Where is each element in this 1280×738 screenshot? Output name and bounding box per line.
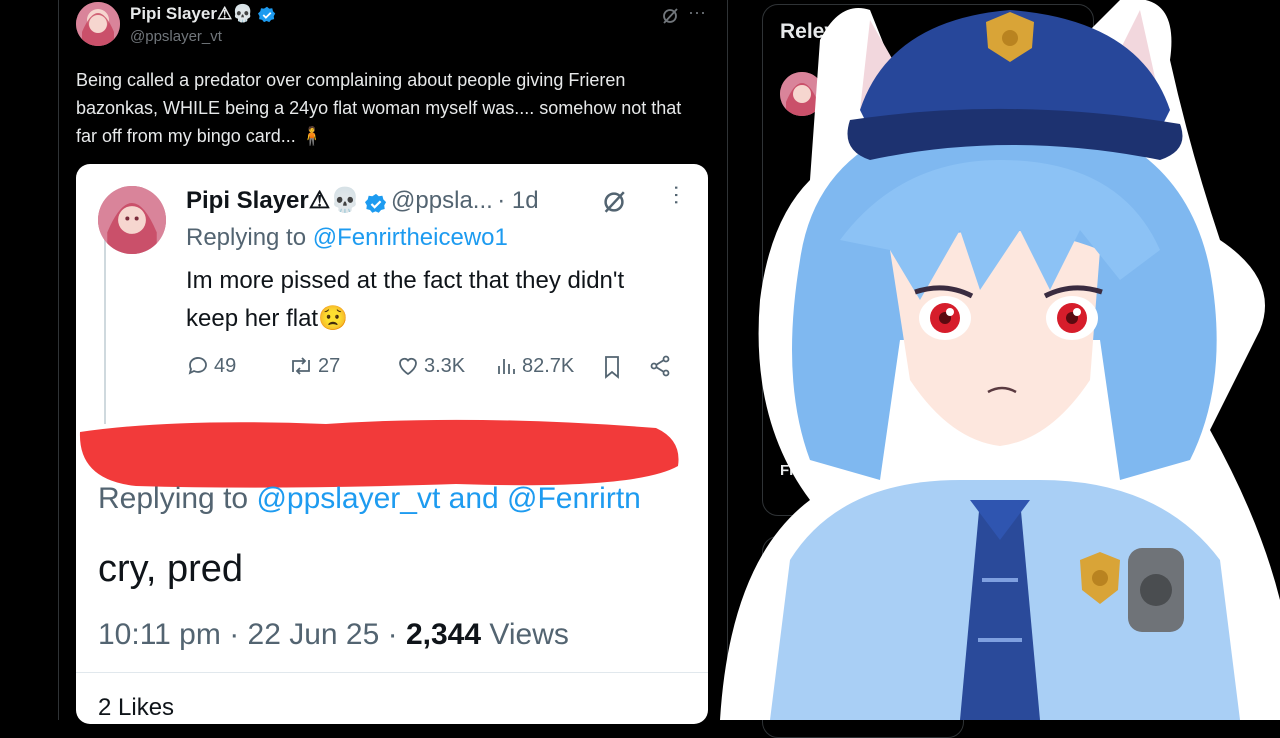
embedded-screenshot: Pipi Slayer⚠💀 @ppsla... · 1d ··· Replyin… bbox=[76, 164, 708, 724]
views-label: Views bbox=[489, 618, 569, 651]
views-count: 82.7K bbox=[522, 354, 575, 377]
reply-count: 49 bbox=[214, 354, 237, 377]
reply-icon bbox=[188, 357, 207, 375]
second-reply-text: cry, pred bbox=[98, 548, 244, 590]
grok-icon[interactable] bbox=[600, 188, 628, 221]
reply-author-emojis: ⚠💀 bbox=[308, 187, 361, 214]
replying-to: Replying to @Fenrirtheicewo1 bbox=[186, 224, 508, 252]
views-button[interactable]: 82.7K bbox=[496, 354, 574, 378]
reply-header: Pipi Slayer⚠💀 @ppsla... · 1d bbox=[186, 186, 539, 215]
likes-summary[interactable]: 2 Likes bbox=[98, 694, 174, 722]
bookmark-button[interactable] bbox=[600, 354, 624, 385]
verified-badge-icon bbox=[258, 6, 276, 22]
author-handle[interactable]: @ppslayer_vt bbox=[130, 28, 222, 45]
replying-prefix: Replying to bbox=[186, 224, 307, 251]
reply-avatar[interactable] bbox=[98, 186, 166, 254]
reply-button[interactable]: 49 bbox=[186, 354, 236, 378]
share-icon bbox=[650, 355, 670, 377]
author-name-text[interactable]: Pipi Slayer bbox=[130, 4, 217, 23]
second-reply-meta: 10:11 pm · 22 Jun 25 · 2,344 Views bbox=[98, 618, 569, 652]
author-name[interactable]: Pipi Slayer⚠💀 bbox=[130, 4, 276, 24]
analytics-icon bbox=[498, 359, 515, 374]
author-avatar[interactable] bbox=[76, 2, 120, 46]
verified-badge-icon bbox=[364, 193, 386, 213]
heart-icon bbox=[399, 357, 417, 376]
post-text: Being called a predator over complaining… bbox=[76, 70, 682, 146]
repost-icon bbox=[292, 357, 310, 375]
like-count: 3.3K bbox=[424, 354, 466, 377]
reply-time[interactable]: · 1d bbox=[497, 187, 538, 214]
reply-author-name[interactable]: Pipi Slayer bbox=[186, 187, 309, 214]
like-button[interactable]: 3.3K bbox=[396, 354, 465, 378]
thread-line bbox=[104, 234, 106, 424]
vtuber-character bbox=[720, 0, 1280, 720]
grok-icon[interactable] bbox=[660, 6, 680, 31]
reply-text: Im more pissed at the fact that they did… bbox=[186, 267, 625, 332]
bookmark-icon bbox=[605, 356, 619, 379]
reply-author-handle[interactable]: @ppsla... bbox=[391, 187, 493, 214]
reply-timestamp[interactable]: 10:11 pm · 22 Jun 25 · bbox=[98, 618, 398, 651]
share-button[interactable] bbox=[648, 354, 672, 383]
second-replying-to: Replying to @ppslayer_vt and @Fenrirtn bbox=[98, 482, 641, 516]
replying-prefix: Replying to bbox=[98, 482, 249, 515]
repost-count: 27 bbox=[318, 354, 341, 377]
replying-to-link[interactable]: @Fenrirtheicewo1 bbox=[313, 224, 508, 251]
views-number: 2,344 bbox=[405, 618, 482, 651]
divider bbox=[76, 672, 708, 673]
repost-button[interactable]: 27 bbox=[288, 354, 340, 378]
replying-to-link[interactable]: @ppslayer_vt and @Fenrirtn bbox=[256, 482, 640, 515]
more-icon[interactable]: ··· bbox=[688, 2, 706, 23]
author-emojis: ⚠💀 bbox=[216, 4, 254, 23]
more-icon[interactable]: ··· bbox=[664, 184, 690, 206]
